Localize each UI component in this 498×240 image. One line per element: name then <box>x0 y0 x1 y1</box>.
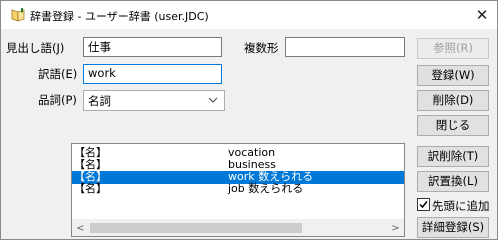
fukusu-label: 複数形 <box>244 41 279 55</box>
tojiru-button[interactable]: 閉じる <box>417 115 489 136</box>
midashi-input[interactable]: 仕事 <box>83 37 222 57</box>
fukusu-input[interactable] <box>285 37 405 57</box>
hinshi-selected-value: 名詞 <box>88 94 111 108</box>
sento-checkbox[interactable] <box>417 198 430 211</box>
yakugo-label: 訳語(E) <box>38 67 78 81</box>
close-button[interactable]: ✕ <box>467 1 497 29</box>
dictionary-app-icon <box>10 7 26 23</box>
sansho-button[interactable]: 参照(R) <box>417 38 489 59</box>
horizontal-scrollbar[interactable]: < > <box>72 219 404 236</box>
window-title: 辞書登録 - ユーザー辞書 (user.JDC) <box>30 10 209 23</box>
scrollbar-thumb[interactable] <box>90 223 302 233</box>
sento-checkbox-label[interactable]: 先頭に追加 <box>432 198 490 214</box>
translation-listbox[interactable]: 【名】 vocation 【名】 business 【名】 work 数えられる… <box>71 143 405 237</box>
midashi-label: 見出し語(J) <box>6 41 65 55</box>
list-item-text: job 数えられる <box>228 182 304 195</box>
yakugo-input[interactable]: work <box>83 64 222 84</box>
shosai-toroku-button[interactable]: 詳細登録(S) <box>417 217 489 238</box>
checkmark-icon <box>419 201 428 209</box>
scroll-right-icon[interactable]: > <box>387 220 404 236</box>
toroku-button[interactable]: 登録(W) <box>417 65 489 86</box>
scroll-left-icon[interactable]: < <box>72 220 89 236</box>
list-item-pos: 【名】 <box>74 182 107 195</box>
hinshi-select[interactable]: 名詞 <box>83 90 225 111</box>
title-bar: 辞書登録 - ユーザー辞書 (user.JDC) ✕ <box>1 1 497 29</box>
yaku-sakujo-button[interactable]: 訳削除(T) <box>417 146 489 167</box>
dictionary-dialog: 辞書登録 - ユーザー辞書 (user.JDC) ✕ 見出し語(J) 仕事 複数… <box>0 0 498 240</box>
list-item[interactable]: 【名】 job 数えられる <box>72 183 404 196</box>
yaku-chikan-button[interactable]: 訳置換(L) <box>417 171 489 192</box>
chevron-down-icon <box>208 93 218 107</box>
hinshi-label: 品詞(P) <box>38 93 77 107</box>
sakujo-button[interactable]: 削除(D) <box>417 90 489 111</box>
